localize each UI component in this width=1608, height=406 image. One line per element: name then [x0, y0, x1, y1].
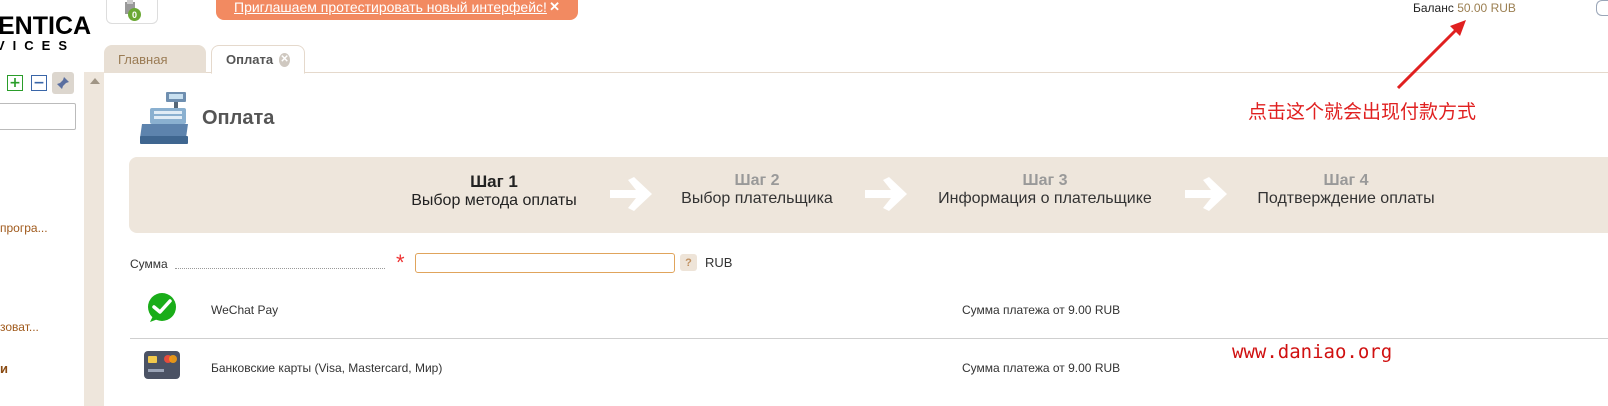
- collapse-arrow-icon[interactable]: [90, 78, 100, 84]
- payment-method-wechat[interactable]: WeChat Pay Сумма платежа от 9.00 RUB: [130, 282, 1608, 336]
- step-title: Информация о плательщике: [938, 190, 1152, 207]
- label-leader: [175, 268, 385, 269]
- tabs-baseline: [104, 72, 1608, 73]
- user-icon[interactable]: [1596, 0, 1608, 16]
- expand-all-button[interactable]: +: [7, 75, 23, 91]
- payment-method-name: WeChat Pay: [211, 303, 279, 317]
- tab-label: Главная: [118, 51, 168, 67]
- watermark: www.daniao.org: [1232, 341, 1393, 363]
- balance-label: Баланс: [1413, 1, 1454, 15]
- step-number: Шаг 1: [470, 172, 518, 191]
- step-2: Шаг 2 Выбор плательщика: [678, 172, 836, 208]
- page-title: Оплата: [202, 107, 275, 129]
- logo-subtext: VICES: [0, 38, 76, 53]
- collapse-all-button[interactable]: −: [31, 75, 47, 91]
- step-title: Выбор метода оплаты: [411, 192, 577, 209]
- sidebar-search-input[interactable]: [0, 103, 76, 130]
- close-tab-icon[interactable]: ✕: [279, 52, 290, 67]
- currency-label: RUB: [705, 255, 733, 270]
- tab-payment[interactable]: Оплата ✕: [211, 45, 305, 74]
- sidebar-item[interactable]: зоват...: [0, 320, 39, 334]
- promo-banner: Приглашаем протестировать новый интерфей…: [216, 0, 578, 20]
- arrow-right-icon: [865, 177, 907, 211]
- logo-text: ENTICA: [0, 12, 92, 40]
- step-4: Шаг 4 Подтверждение оплаты: [1254, 172, 1438, 208]
- step-1: Шаг 1 Выбор метода оплаты: [409, 172, 579, 210]
- notification-badge: 0: [128, 8, 141, 21]
- required-mark: *: [396, 250, 405, 275]
- tab-home[interactable]: Главная: [104, 45, 206, 73]
- sidebar-item[interactable]: програ...: [0, 221, 48, 235]
- sidebar-item[interactable]: и: [0, 361, 8, 376]
- pin-icon[interactable]: [52, 72, 74, 94]
- annotation-arrow-icon: [1396, 20, 1466, 90]
- step-title: Подтверждение оплаты: [1257, 190, 1435, 207]
- wechat-icon: [148, 293, 176, 322]
- bank-card-icon: [144, 351, 180, 379]
- sum-label: Сумма: [130, 257, 168, 271]
- step-number: Шаг 3: [1022, 172, 1068, 189]
- step-number: Шаг 2: [734, 172, 780, 189]
- step-3: Шаг 3 Информация о плательщике: [935, 172, 1155, 208]
- cash-register-icon: [140, 92, 188, 144]
- help-icon[interactable]: ?: [680, 254, 697, 271]
- tab-label: Оплата: [226, 52, 274, 67]
- payment-min-amount: Сумма платежа от 9.00 RUB: [962, 303, 1121, 317]
- promo-link[interactable]: Приглашаем протестировать новый интерфей…: [234, 0, 547, 15]
- balance: Баланс 50.00 RUB: [1413, 1, 1516, 15]
- close-icon[interactable]: ✕: [549, 0, 560, 15]
- annotation-note: 点击这个就会出现付款方式: [1248, 101, 1477, 123]
- arrow-right-icon: [610, 177, 652, 211]
- sum-input[interactable]: [415, 253, 675, 273]
- step-number: Шаг 4: [1323, 172, 1369, 189]
- payment-min-amount: Сумма платежа от 9.00 RUB: [962, 361, 1121, 375]
- sidebar-splitter[interactable]: [84, 72, 104, 406]
- arrow-right-icon: [1185, 177, 1227, 211]
- step-title: Выбор плательщика: [681, 190, 833, 207]
- balance-value[interactable]: 50.00 RUB: [1457, 1, 1516, 15]
- sidebar: ENTICA VICES + − програ... зоват... и: [0, 0, 91, 406]
- payment-method-name: Банковские карты (Visa, Mastercard, Мир): [211, 361, 443, 375]
